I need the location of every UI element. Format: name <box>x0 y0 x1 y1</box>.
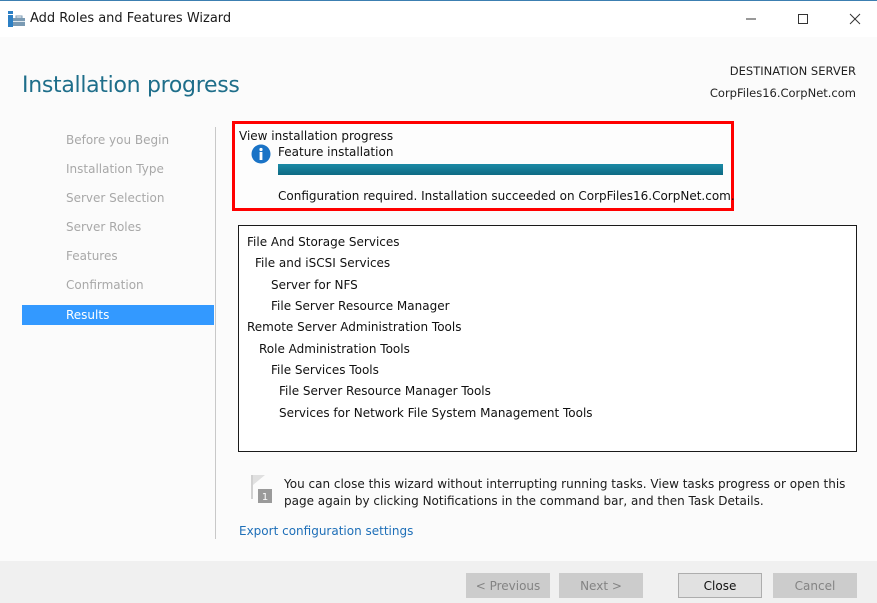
feature-installation-label: Feature installation <box>278 145 394 159</box>
result-item: Server for NFS <box>271 278 358 292</box>
next-button[interactable]: Next > <box>559 573 643 598</box>
close-icon <box>849 13 861 25</box>
result-item: File And Storage Services <box>247 235 400 249</box>
previous-button[interactable]: < Previous <box>466 573 550 598</box>
info-icon <box>251 144 271 164</box>
result-item: Services for Network File System Managem… <box>279 406 593 420</box>
nav-item-installation-type[interactable]: Installation Type <box>22 157 214 186</box>
minimize-icon <box>746 18 756 20</box>
installation-progress-bar <box>278 164 723 175</box>
export-configuration-link[interactable]: Export configuration settings <box>239 524 413 538</box>
installation-status-text: Configuration required. Installation suc… <box>278 189 735 203</box>
nav-item-before-you-begin[interactable]: Before you Begin <box>22 128 214 157</box>
nav-item-confirmation[interactable]: Confirmation <box>22 273 214 302</box>
nav-item-features[interactable]: Features <box>22 244 214 273</box>
progress-bar-fill <box>278 164 723 175</box>
page-title: Installation progress <box>22 73 240 98</box>
server-manager-wizard-icon <box>8 11 26 27</box>
cancel-button[interactable]: Cancel <box>773 573 857 598</box>
title-bar: Add Roles and Features Wizard <box>0 1 877 37</box>
installation-progress-panel: View installation progress Feature insta… <box>232 121 735 211</box>
result-item: File and iSCSI Services <box>255 256 391 270</box>
progress-heading: View installation progress <box>239 129 394 143</box>
notification-badge: 1 <box>262 492 268 503</box>
notice-text: You can close this wizard without interr… <box>284 477 846 508</box>
result-item: File Services Tools <box>271 363 379 377</box>
close-button[interactable]: Close <box>678 573 762 598</box>
maximize-icon <box>798 14 808 24</box>
result-item: Role Administration Tools <box>259 342 410 356</box>
wizard-footer: < Previous Next > Close Cancel <box>0 561 877 603</box>
close-window-button[interactable] <box>832 1 877 37</box>
nav-item-server-selection[interactable]: Server Selection <box>22 186 214 215</box>
destination-server-name: CorpFiles16.CorpNet.com <box>709 86 856 100</box>
wizard-window: Add Roles and Features Wizard Installati… <box>0 0 877 603</box>
wizard-steps-nav: Before you Begin Installation Type Serve… <box>22 128 214 325</box>
maximize-button[interactable] <box>780 1 826 37</box>
minimize-button[interactable] <box>728 1 774 37</box>
destination-server-label: DESTINATION SERVER <box>729 64 856 78</box>
result-item: File Server Resource Manager <box>271 299 450 313</box>
installed-features-list[interactable]: File And Storage Services File and iSCSI… <box>238 225 857 452</box>
result-item: Remote Server Administration Tools <box>247 320 462 334</box>
nav-divider <box>215 127 216 539</box>
notification-flag-icon: 1 <box>248 473 274 505</box>
nav-item-results[interactable]: Results <box>22 305 214 325</box>
window-title: Add Roles and Features Wizard <box>30 11 232 26</box>
result-item: File Server Resource Manager Tools <box>279 384 491 398</box>
nav-item-server-roles[interactable]: Server Roles <box>22 215 214 244</box>
